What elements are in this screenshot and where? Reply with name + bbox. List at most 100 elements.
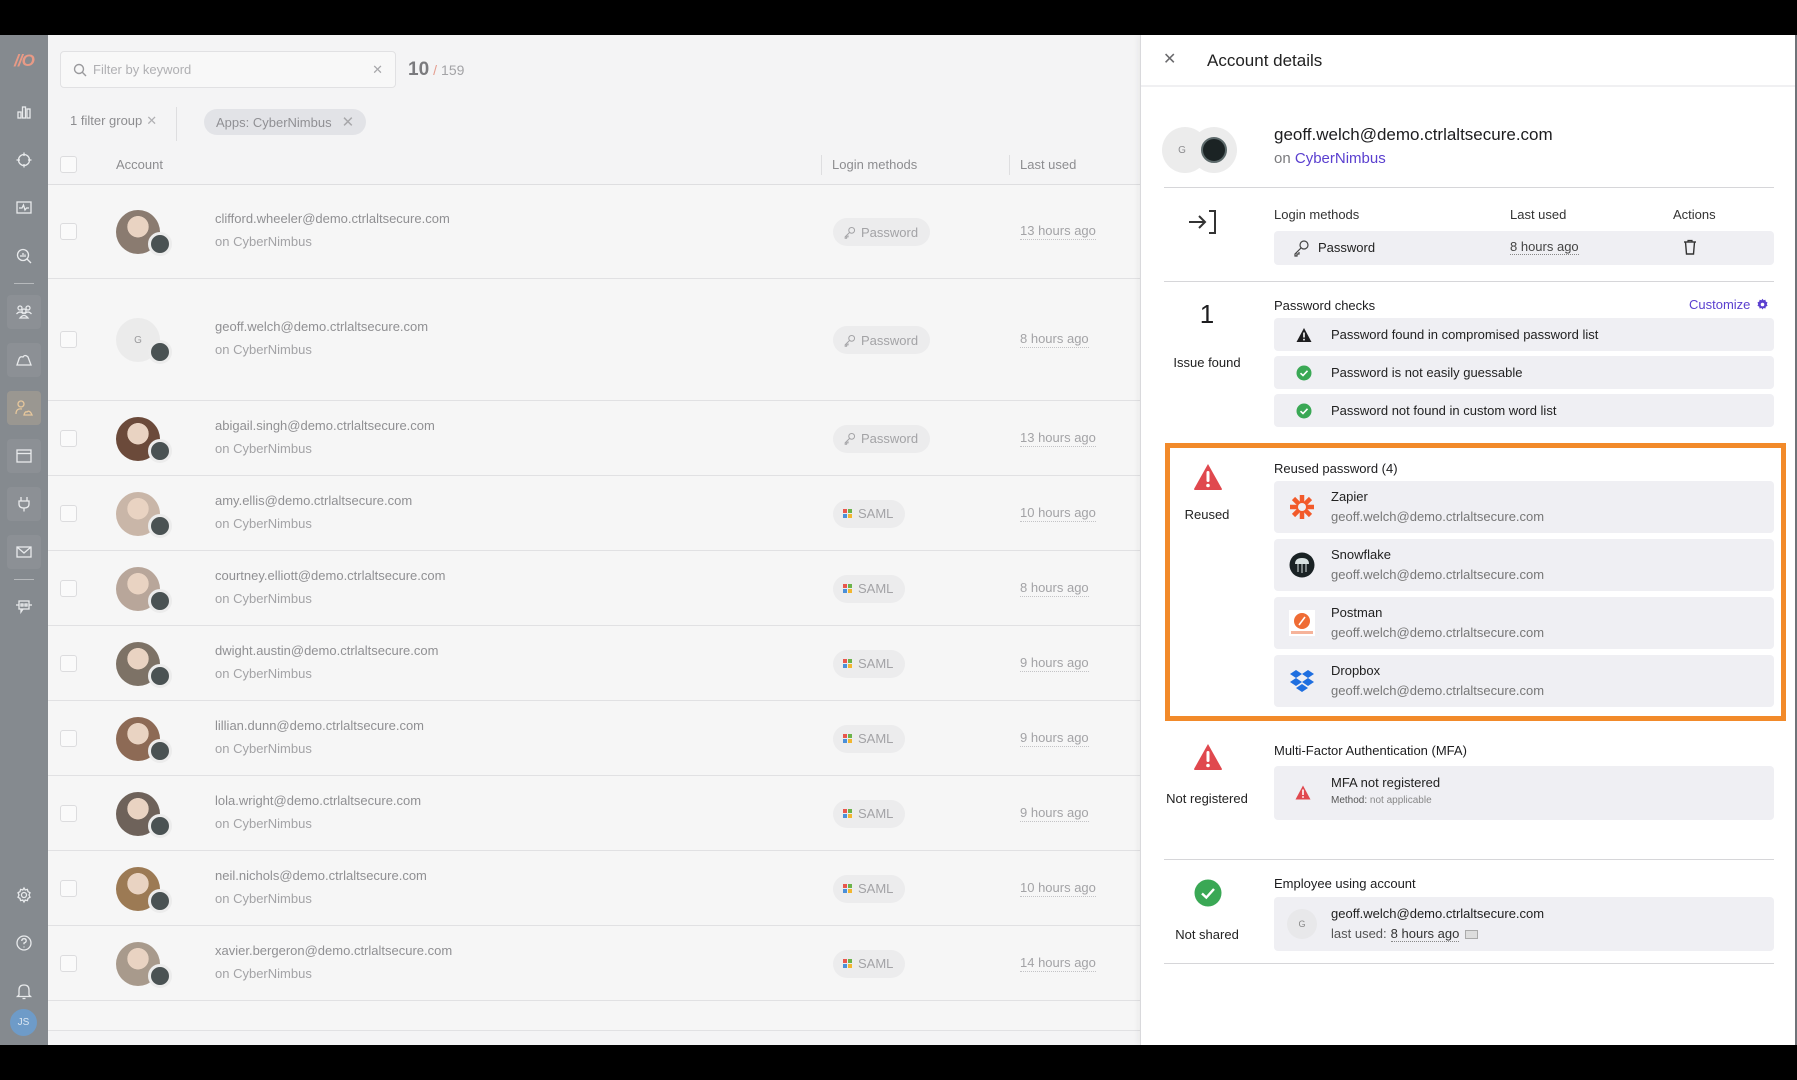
app-logo[interactable]: //O xyxy=(8,51,40,73)
filter-chip[interactable]: Apps: CyberNimbus ✕ xyxy=(204,109,367,135)
employee-item[interactable]: G geoff.welch@demo.ctrlaltsecure.com las… xyxy=(1274,897,1774,951)
row-checkbox[interactable] xyxy=(60,429,77,447)
row-checkbox[interactable] xyxy=(60,729,77,747)
last-used[interactable]: 14 hours ago xyxy=(1020,955,1096,972)
table-row[interactable]: clifford.wheeler@demo.ctrlaltsecure.com … xyxy=(48,185,1140,279)
account-email[interactable]: neil.nichols@demo.ctrlaltsecure.com xyxy=(215,868,427,883)
table-row[interactable]: abigail.singh@demo.ctrlaltsecure.com on … xyxy=(48,401,1140,476)
reused-status-label: Reused xyxy=(1184,507,1230,522)
row-checkbox[interactable] xyxy=(60,504,77,522)
account-app: on CyberNimbus xyxy=(215,342,312,357)
account-email[interactable]: lola.wright@demo.ctrlaltsecure.com xyxy=(215,793,421,808)
reused-password-title: Reused password (4) xyxy=(1274,461,1398,476)
account-avatar-group: G xyxy=(1162,127,1242,173)
last-used[interactable]: 10 hours ago xyxy=(1020,880,1096,897)
column-divider[interactable] xyxy=(821,155,822,175)
column-divider[interactable] xyxy=(1009,155,1010,175)
login-method-label: SAML xyxy=(858,806,894,821)
close-icon[interactable]: ✕ xyxy=(1163,49,1176,69)
delete-icon[interactable] xyxy=(1683,239,1697,255)
column-last-used[interactable]: Last used xyxy=(1020,157,1076,172)
nav-targets[interactable] xyxy=(7,143,41,177)
nav-analytics[interactable] xyxy=(7,239,41,273)
last-used[interactable]: 9 hours ago xyxy=(1020,655,1089,672)
mfa-item-title: MFA not registered xyxy=(1331,775,1441,790)
nav-cloud-apps[interactable] xyxy=(7,343,41,377)
table-row[interactable]: courtney.elliott@demo.ctrlaltsecure.com … xyxy=(48,551,1140,626)
account-email[interactable]: dwight.austin@demo.ctrlaltsecure.com xyxy=(215,643,438,658)
account-email[interactable]: amy.ellis@demo.ctrlaltsecure.com xyxy=(215,493,412,508)
account-email[interactable]: abigail.singh@demo.ctrlaltsecure.com xyxy=(215,418,435,433)
nav-integrations[interactable] xyxy=(7,487,41,521)
table-row[interactable]: lola.wright@demo.ctrlaltsecure.com on Cy… xyxy=(48,776,1140,851)
table-row[interactable]: dwight.austin@demo.ctrlaltsecure.com on … xyxy=(48,626,1140,701)
account-app: on CyberNimbus xyxy=(215,515,312,531)
app-avatar xyxy=(1191,127,1237,173)
row-checkbox[interactable] xyxy=(60,331,77,348)
nav-separator xyxy=(14,283,34,284)
table-row[interactable]: G geoff.welch@demo.ctrlaltsecure.com on … xyxy=(48,279,1140,401)
nav-accounts[interactable] xyxy=(7,391,41,425)
employee-email: geoff.welch@demo.ctrlaltsecure.com xyxy=(1331,906,1545,921)
table-row[interactable]: xavier.bergeron@demo.ctrlaltsecure.com o… xyxy=(48,926,1140,1001)
last-used[interactable]: 10 hours ago xyxy=(1020,505,1096,522)
clear-filters-icon[interactable]: ✕ xyxy=(146,113,157,128)
reused-app-item[interactable]: Postman geoff.welch@demo.ctrlaltsecure.c… xyxy=(1274,597,1774,649)
account-email[interactable]: geoff.welch@demo.ctrlaltsecure.com xyxy=(215,319,428,334)
nav-browser[interactable] xyxy=(7,439,41,473)
nav-bot[interactable] xyxy=(7,589,41,623)
table-row[interactable]: amy.ellis@demo.ctrlaltsecure.com on Cybe… xyxy=(48,476,1140,551)
reused-app-email: geoff.welch@demo.ctrlaltsecure.com xyxy=(1331,509,1545,524)
last-used-value[interactable]: 8 hours ago xyxy=(1390,926,1460,942)
login-method-last-used[interactable]: 8 hours ago xyxy=(1510,239,1579,255)
row-checkbox[interactable] xyxy=(60,223,77,240)
panel-header: ✕ Account details xyxy=(1141,35,1796,87)
search-input[interactable]: Filter by keyword ✕ xyxy=(60,51,396,88)
clear-search-icon[interactable]: ✕ xyxy=(372,62,383,78)
customize-button[interactable]: Customize xyxy=(1689,297,1769,312)
login-method-label: SAML xyxy=(858,731,894,746)
last-used-label: last used: xyxy=(1331,926,1387,941)
nav-employees[interactable] xyxy=(7,295,41,329)
last-used[interactable]: 9 hours ago xyxy=(1020,730,1089,747)
filter-separator xyxy=(176,107,177,141)
nav-monitoring[interactable] xyxy=(7,191,41,225)
table-row[interactable]: neil.nichols@demo.ctrlaltsecure.com on C… xyxy=(48,851,1140,926)
column-login-methods[interactable]: Login methods xyxy=(832,157,917,172)
last-used[interactable]: 8 hours ago xyxy=(1020,580,1089,597)
row-checkbox[interactable] xyxy=(60,654,77,672)
reused-app-item[interactable]: Dropbox geoff.welch@demo.ctrlaltsecure.c… xyxy=(1274,655,1774,707)
row-checkbox[interactable] xyxy=(60,954,77,972)
nav-notifications[interactable] xyxy=(7,974,41,1008)
account-email[interactable]: clifford.wheeler@demo.ctrlaltsecure.com xyxy=(215,211,450,226)
reused-app-name: Dropbox xyxy=(1331,663,1381,678)
last-used[interactable]: 9 hours ago xyxy=(1020,805,1089,822)
account-app-line: on CyberNimbus xyxy=(1274,150,1386,167)
login-icon xyxy=(1189,210,1216,234)
table-row[interactable]: lillian.dunn@demo.ctrlaltsecure.com on C… xyxy=(48,701,1140,776)
last-used[interactable]: 13 hours ago xyxy=(1020,223,1096,240)
app-link[interactable]: CyberNimbus xyxy=(1295,150,1386,167)
reused-app-item[interactable]: Snowflake geoff.welch@demo.ctrlaltsecure… xyxy=(1274,539,1774,591)
count-total: 159 xyxy=(441,62,465,78)
nav-help[interactable] xyxy=(7,926,41,960)
account-email[interactable]: xavier.bergeron@demo.ctrlaltsecure.com xyxy=(215,943,452,958)
user-avatar[interactable]: JS xyxy=(10,1009,37,1036)
account-app: on CyberNimbus xyxy=(215,965,312,981)
nav-settings[interactable] xyxy=(7,878,41,912)
select-all-checkbox[interactable] xyxy=(60,156,77,173)
remove-filter-icon[interactable]: ✕ xyxy=(342,113,355,131)
filter-group-toggle[interactable]: 1 filter group ✕ xyxy=(70,113,157,129)
last-used[interactable]: 13 hours ago xyxy=(1020,430,1096,447)
cybernimbus-app-badge-icon xyxy=(148,888,172,913)
row-checkbox[interactable] xyxy=(60,579,77,597)
nav-dashboard[interactable] xyxy=(7,95,41,129)
nav-email[interactable] xyxy=(7,535,41,569)
last-used[interactable]: 8 hours ago xyxy=(1020,331,1089,348)
column-account[interactable]: Account xyxy=(116,157,163,172)
row-checkbox[interactable] xyxy=(60,879,77,897)
row-checkbox[interactable] xyxy=(60,804,77,822)
account-email[interactable]: lillian.dunn@demo.ctrlaltsecure.com xyxy=(215,718,424,733)
reused-app-item[interactable]: Zapier geoff.welch@demo.ctrlaltsecure.co… xyxy=(1274,481,1774,533)
account-email[interactable]: courtney.elliott@demo.ctrlaltsecure.com xyxy=(215,568,445,583)
